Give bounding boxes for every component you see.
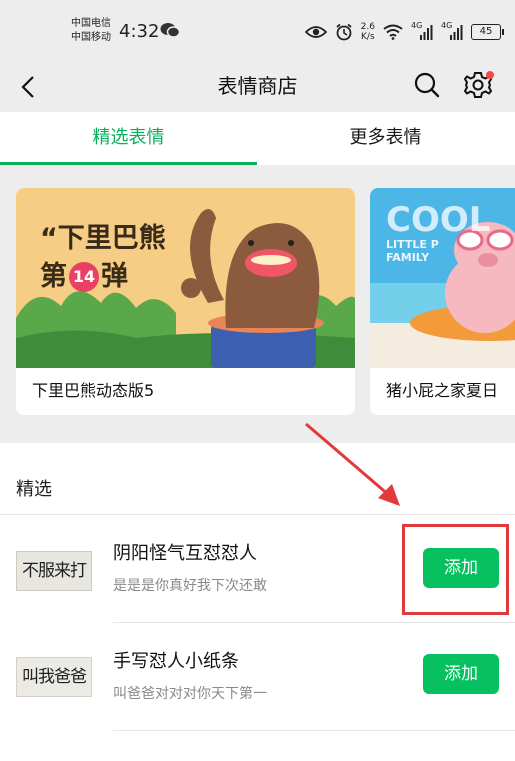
- sticker-thumb-text: 不服来打: [22, 561, 87, 581]
- sticker-thumbnail: 叫我爸爸: [16, 657, 92, 697]
- sticker-name: 手写怼人小纸条: [113, 651, 239, 672]
- list-item[interactable]: 叫我爸爸 手写怼人小纸条 叫爸爸对对对你天下第一 添加: [0, 623, 515, 730]
- status-icons: 2.6 K/s 4G 4G 45: [304, 20, 504, 44]
- carrier-labels: 中国电信 中国移动: [71, 17, 111, 45]
- annotation-highlight-box: [402, 524, 509, 615]
- battery-indicator: 45: [471, 24, 504, 40]
- search-icon: [414, 72, 440, 98]
- sticker-thumbnail: 不服来打: [16, 551, 92, 591]
- search-button[interactable]: [412, 70, 442, 100]
- eye-icon: [304, 26, 327, 38]
- tab-more-stickers[interactable]: 更多表情: [257, 112, 514, 165]
- tab-bar: 精选表情 更多表情: [0, 112, 515, 165]
- sticker-name: 阴阳怪气互怼怼人: [113, 543, 257, 564]
- net-speed: 2.6 K/s: [361, 22, 375, 42]
- signal-bars-icon: [450, 25, 463, 40]
- annotation-arrow: [305, 422, 400, 506]
- banner-card[interactable]: COOL LITTLE P FAMILY 猪小屁之家夏日: [370, 188, 515, 415]
- alarm-icon: [336, 23, 352, 41]
- status-time: 4:32: [119, 21, 160, 42]
- banner-title-art: “下里巴熊 第 14 弹: [40, 220, 166, 296]
- banner-card[interactable]: “下里巴熊 第 14 弹 下里巴熊动态版5: [16, 188, 355, 415]
- banner-caption: 猪小屁之家夏日: [386, 381, 499, 400]
- tab-featured-stickers[interactable]: 精选表情: [0, 112, 257, 165]
- carrier-2: 中国移动: [71, 32, 111, 43]
- banner-cool-title: COOL: [386, 200, 491, 240]
- banner-title-line2b: 弹: [101, 261, 128, 292]
- banner-title-line1: “下里巴熊: [40, 223, 166, 254]
- sticker-description: 是是是你真好我下次还敢: [113, 578, 267, 594]
- divider: [113, 730, 515, 731]
- banner-caption: 下里巴熊动态版5: [32, 381, 155, 400]
- signal-2: 4G: [441, 21, 463, 41]
- net-speed-value: 2.6: [360, 22, 375, 32]
- add-button[interactable]: 添加: [423, 654, 499, 694]
- wechat-icon: [160, 23, 180, 38]
- wifi-icon: [383, 24, 403, 40]
- carrier-1: 中国电信: [71, 18, 111, 29]
- settings-button[interactable]: [462, 69, 494, 101]
- banner-cool-art: COOL LITTLE P FAMILY: [386, 202, 490, 264]
- banner-carousel: “下里巴熊 第 14 弹 下里巴熊动态版5 COOL LITTLE P FAMI…: [0, 165, 515, 443]
- signal-1: 4G: [411, 21, 433, 41]
- notification-dot: [486, 71, 494, 79]
- sticker-description: 叫爸爸对对对你天下第一: [113, 686, 267, 702]
- net-speed-unit: K/s: [361, 32, 375, 42]
- banner-cool-line3: FAMILY: [386, 251, 430, 264]
- banner-title-line2a: 第: [40, 261, 67, 292]
- section-title: 精选: [16, 479, 52, 500]
- signal-bars-icon: [420, 25, 433, 40]
- sticker-thumb-text: 叫我爸爸: [22, 667, 87, 687]
- status-bar: 中国电信 中国移动 4:32 2.6 K/s 4G 4G 45: [0, 0, 515, 62]
- banner-title-badge: 14: [69, 262, 99, 292]
- title-bar: 表情商店: [0, 62, 515, 112]
